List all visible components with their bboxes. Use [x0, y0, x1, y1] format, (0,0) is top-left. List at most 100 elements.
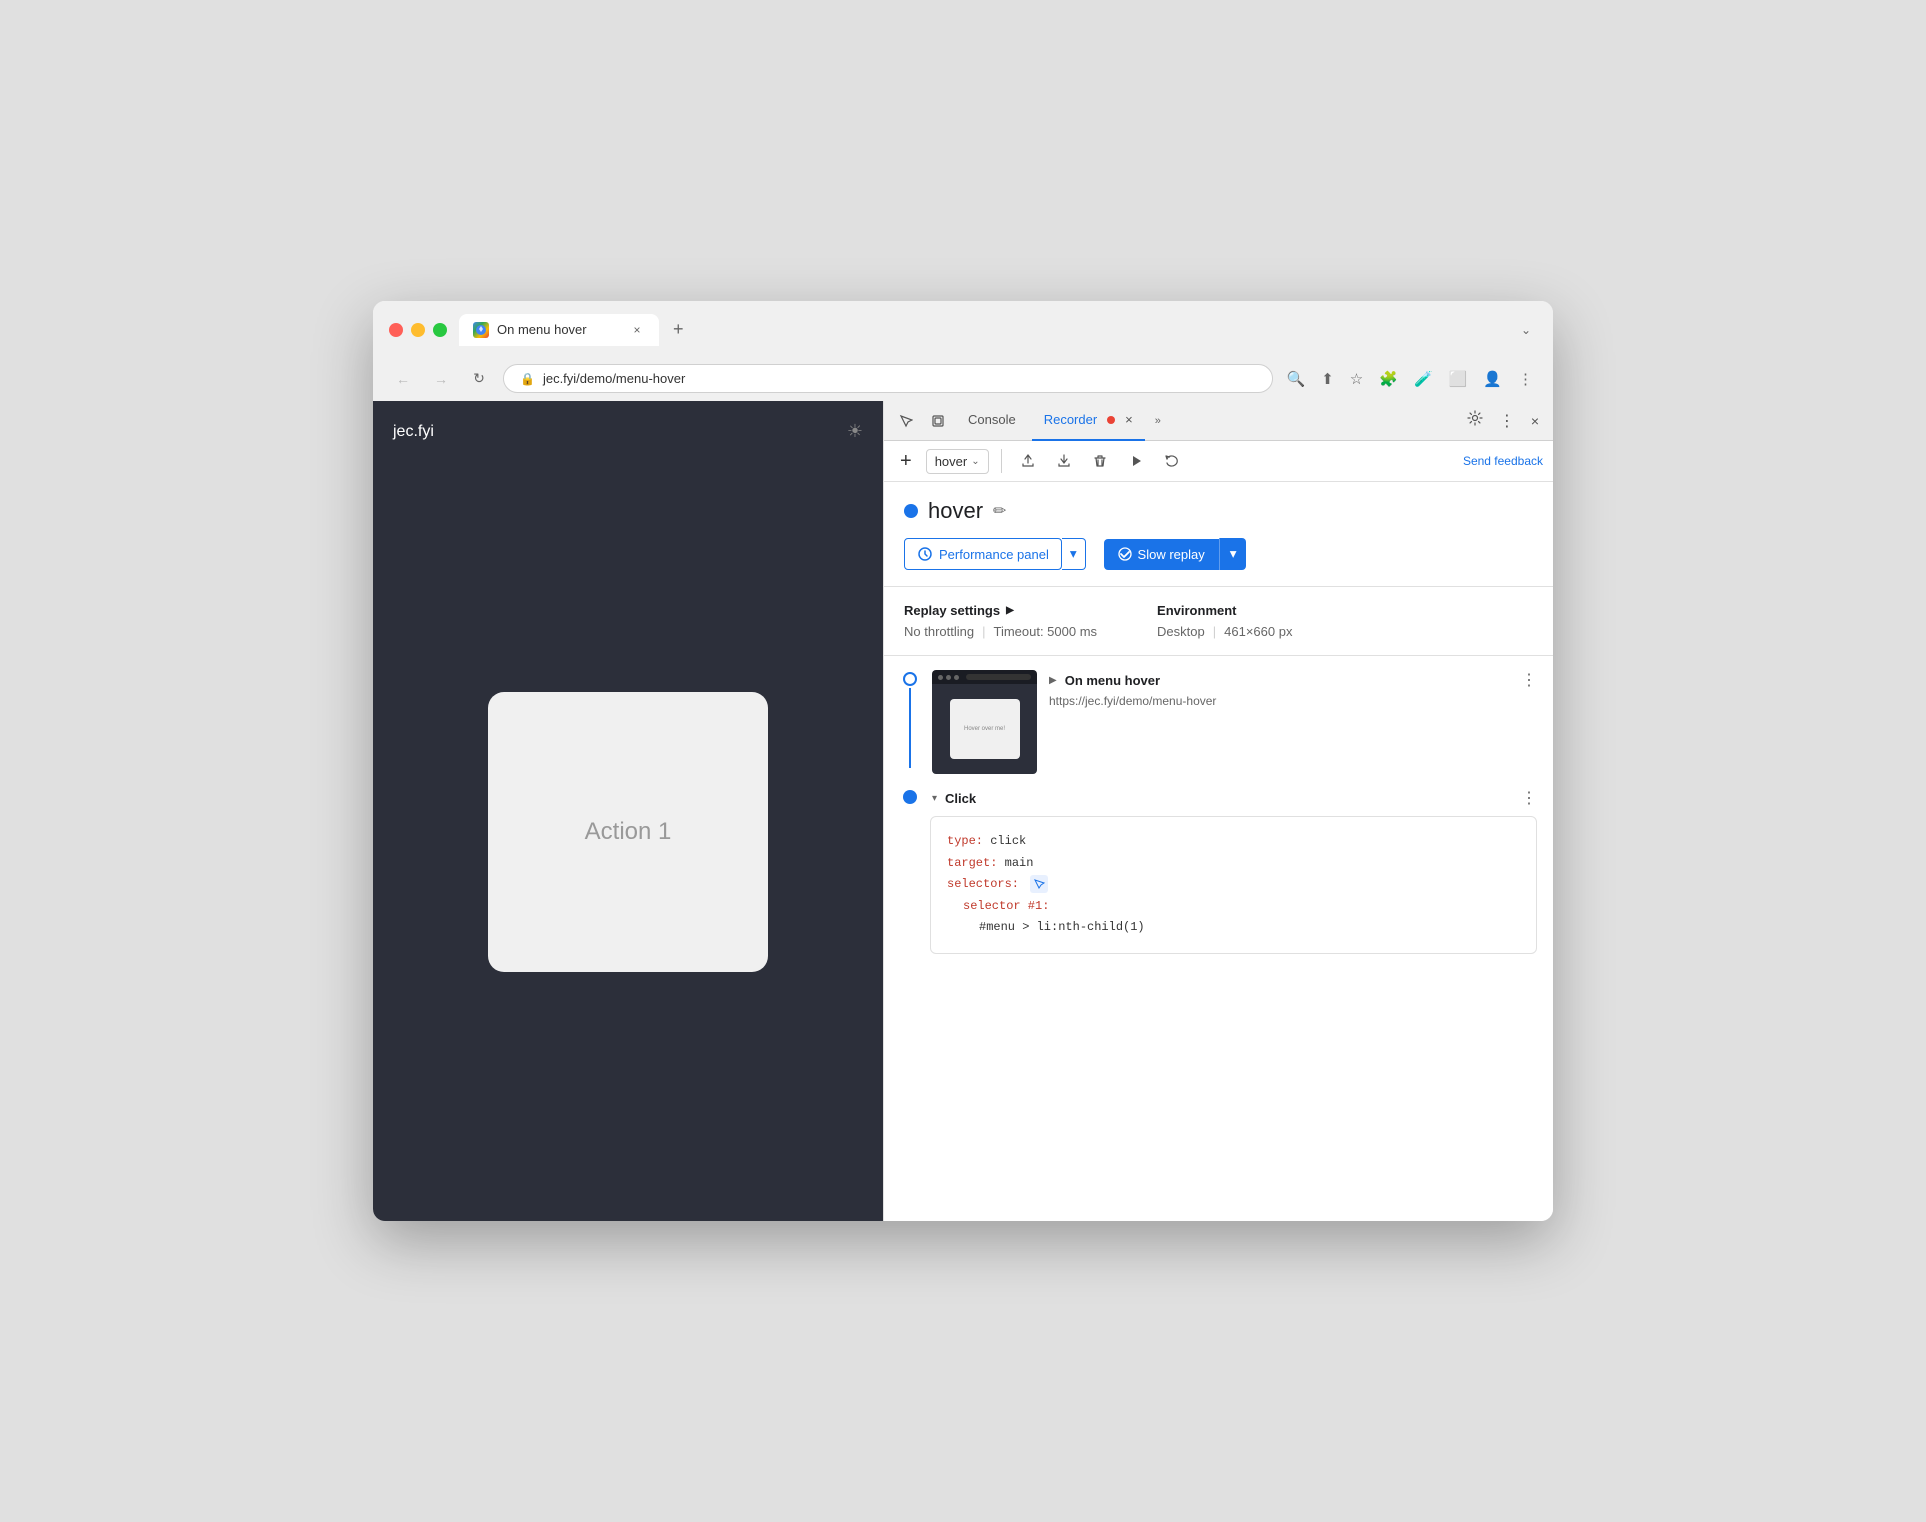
tab-favicon: [473, 322, 489, 338]
step-click-expand[interactable]: ▾: [932, 793, 937, 804]
recording-name-chevron: ⌄: [971, 456, 979, 467]
step-click-circle: [903, 790, 917, 804]
dimensions-value: 461×660 px: [1224, 624, 1292, 639]
action-card: Action 1: [488, 692, 768, 972]
cursor-tool-button[interactable]: [892, 407, 920, 435]
replay-settings-title: Replay settings ▶: [904, 603, 1097, 618]
recording-header: hover ✏ Performance panel ▾: [884, 482, 1553, 587]
layers-tool-button[interactable]: [924, 407, 952, 435]
website-header: jec.fyi ☀: [393, 421, 863, 442]
timeout-value: Timeout: 5000 ms: [993, 624, 1097, 639]
devtools-more-button[interactable]: ⋮: [1493, 407, 1521, 435]
tab-bar: On menu hover × + ⌄: [459, 313, 1537, 346]
devtools-toolbar: Console Recorder × » ⋮ ×: [884, 401, 1553, 441]
performance-panel-dropdown[interactable]: ▾: [1062, 538, 1086, 570]
import-button[interactable]: [1050, 447, 1078, 475]
share-icon[interactable]: ⬆: [1317, 366, 1338, 392]
code-line-selector1: selector #1:: [947, 896, 1520, 918]
step-navigate-thumbnail: Hover over me!: [932, 670, 1037, 774]
search-icon[interactable]: 🔍: [1283, 366, 1310, 392]
recording-steps: Hover over me! ▶ On menu hover ⋮ https:/…: [884, 656, 1553, 1221]
code-selector1-value: #menu > li:nth-child(1): [979, 920, 1145, 934]
add-recording-button[interactable]: +: [894, 448, 918, 475]
active-tab[interactable]: On menu hover ×: [459, 314, 659, 346]
browser-window: On menu hover × + ⌄ ← → ↻ 🔒 jec.fyi/demo…: [373, 301, 1553, 1221]
export-button[interactable]: [1014, 447, 1042, 475]
code-target-key: target:: [947, 856, 997, 870]
step-navigate-timeline: [900, 670, 920, 768]
devtools-close-button[interactable]: ×: [1525, 409, 1545, 433]
slow-replay-dropdown[interactable]: ▾: [1219, 538, 1247, 570]
forward-button[interactable]: →: [427, 365, 455, 393]
recording-title-row: hover ✏: [904, 498, 1533, 524]
website-panel: jec.fyi ☀ Action 1: [373, 401, 883, 1221]
recording-title: hover: [928, 498, 983, 524]
extensions-icon[interactable]: 🧩: [1375, 366, 1402, 392]
main-content: jec.fyi ☀ Action 1 Console: [373, 401, 1553, 1221]
title-bar: On menu hover × + ⌄: [373, 301, 1553, 356]
selector-icon-button[interactable]: [1030, 875, 1048, 893]
code-selectors-key: selectors:: [947, 877, 1019, 891]
recording-name-text: hover: [935, 454, 968, 469]
replay-settings-group: Replay settings ▶ No throttling | Timeou…: [904, 603, 1097, 639]
replay-settings-expand[interactable]: ▶: [1006, 605, 1014, 616]
step-navigate-circle: [903, 672, 917, 686]
step-click-more[interactable]: ⋮: [1521, 788, 1537, 808]
tab-close-button[interactable]: ×: [629, 322, 645, 338]
tab-console[interactable]: Console: [956, 401, 1028, 441]
recorder-close-icon[interactable]: ×: [1125, 412, 1133, 427]
lab-icon[interactable]: 🧪: [1410, 366, 1437, 392]
step-navigate-expand[interactable]: ▶: [1049, 675, 1057, 686]
actions-separator: [1001, 449, 1002, 473]
address-bar[interactable]: 🔒 jec.fyi/demo/menu-hover: [503, 364, 1273, 393]
back-button[interactable]: ←: [389, 365, 417, 393]
address-actions: 🔍 ⬆ ☆ 🧩 🧪 ⬜ 👤 ⋮: [1283, 366, 1537, 392]
sidebar-icon[interactable]: ⬜: [1445, 366, 1472, 392]
profile-icon[interactable]: 👤: [1479, 366, 1506, 392]
performance-panel-label: Performance panel: [939, 547, 1049, 562]
brightness-icon[interactable]: ☀: [847, 421, 863, 442]
traffic-lights: [389, 323, 447, 337]
recording-name-selector[interactable]: hover ⌄: [926, 449, 989, 474]
slow-replay-group: Slow replay ▾: [1104, 538, 1247, 570]
website-card-area: Action 1: [393, 462, 863, 1201]
environment-title: Environment: [1157, 603, 1292, 618]
throttling-value: No throttling: [904, 624, 974, 639]
undo-button[interactable]: [1158, 447, 1186, 475]
step-navigate-line: [909, 688, 911, 768]
edit-recording-name-icon[interactable]: ✏: [993, 501, 1006, 521]
bookmark-icon[interactable]: ☆: [1346, 366, 1367, 392]
send-feedback-link[interactable]: Send feedback: [1463, 454, 1543, 468]
code-panel: type: click target: main selectors:: [930, 816, 1537, 954]
performance-panel-button[interactable]: Performance panel: [904, 538, 1062, 570]
recording-status-dot: [904, 504, 918, 518]
menu-icon[interactable]: ⋮: [1514, 366, 1537, 392]
minimize-traffic-light[interactable]: [411, 323, 425, 337]
desktop-label: Desktop: [1157, 624, 1205, 639]
devtools-settings-button[interactable]: [1461, 406, 1489, 435]
step-navigate-title: On menu hover: [1065, 673, 1160, 688]
play-button[interactable]: [1122, 447, 1150, 475]
address-text: jec.fyi/demo/menu-hover: [543, 371, 685, 386]
recorder-recording-dot: [1107, 416, 1115, 424]
new-tab-button[interactable]: +: [663, 313, 694, 346]
delete-recording-button[interactable]: [1086, 447, 1114, 475]
slow-replay-label: Slow replay: [1138, 547, 1205, 562]
code-type-key: type:: [947, 834, 983, 848]
more-tabs-button[interactable]: »: [1149, 411, 1167, 431]
close-traffic-light[interactable]: [389, 323, 403, 337]
step-click-content: ▾ Click ⋮: [932, 788, 1537, 816]
environment-values: Desktop | 461×660 px: [1157, 624, 1292, 639]
recorder-label: Recorder: [1044, 412, 1097, 427]
devtools-panel: Console Recorder × » ⋮ × + hove: [883, 401, 1553, 1221]
replay-settings-values: No throttling | Timeout: 5000 ms: [904, 624, 1097, 639]
code-selector1-key: selector #1:: [963, 899, 1049, 913]
step-click-timeline: [900, 788, 920, 804]
refresh-button[interactable]: ↻: [465, 365, 493, 393]
tab-chevron[interactable]: ⌄: [1515, 317, 1537, 343]
tab-recorder[interactable]: Recorder ×: [1032, 401, 1145, 441]
maximize-traffic-light[interactable]: [433, 323, 447, 337]
code-line-selector1-val: #menu > li:nth-child(1): [947, 917, 1520, 939]
step-navigate-more[interactable]: ⋮: [1521, 670, 1537, 690]
slow-replay-button[interactable]: Slow replay: [1104, 539, 1219, 570]
